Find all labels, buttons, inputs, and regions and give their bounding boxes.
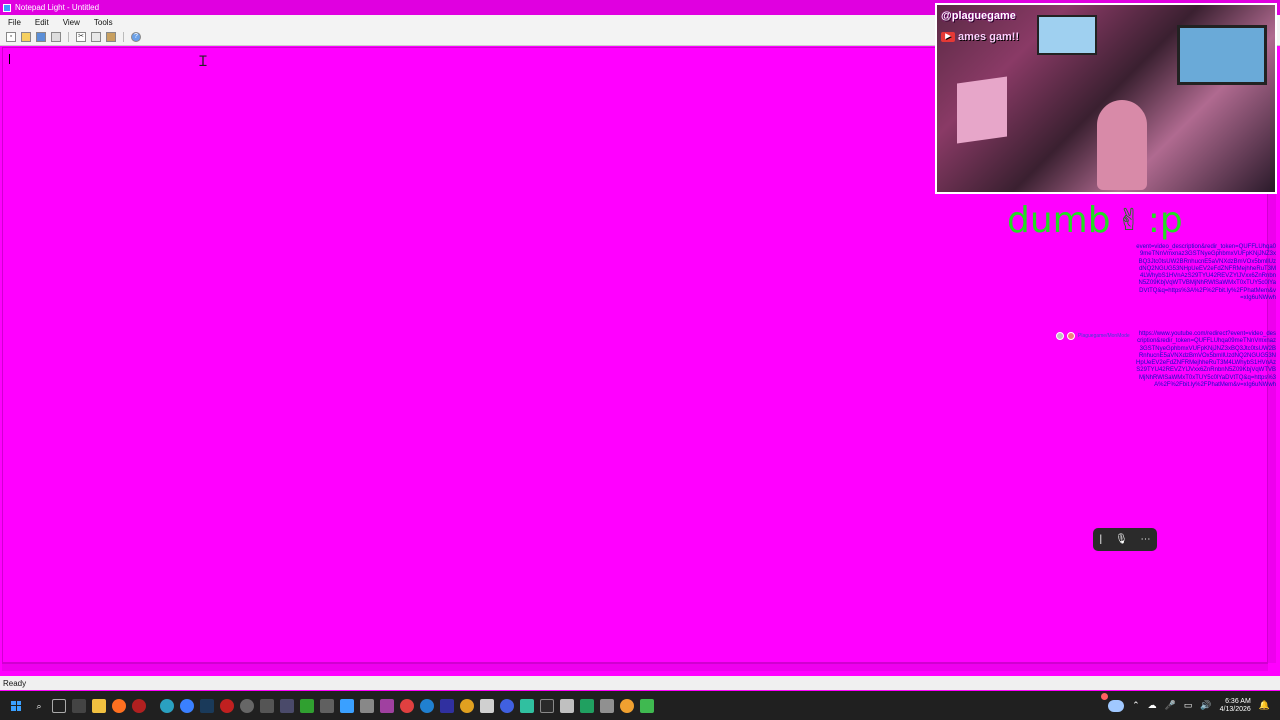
webcam-scene-object bbox=[957, 76, 1007, 144]
cut-icon[interactable]: ✂ bbox=[76, 32, 86, 42]
overlay-caption: dumb ✌ :p bbox=[1007, 200, 1183, 241]
start-button[interactable] bbox=[6, 696, 26, 716]
app-icon[interactable] bbox=[440, 698, 454, 713]
menu-edit[interactable]: Edit bbox=[35, 18, 49, 27]
firefox-icon[interactable] bbox=[112, 698, 126, 713]
system-tray: ⌃ ☁ 🎤 ▭ 🔊 6:36 AM 4/13/2026 🔔 bbox=[1108, 691, 1270, 720]
steam-icon[interactable] bbox=[200, 698, 214, 713]
chrome-icon[interactable] bbox=[180, 698, 194, 713]
app-icon[interactable] bbox=[520, 698, 534, 713]
text-caret bbox=[9, 54, 10, 64]
youtube-icon: ▶ bbox=[941, 32, 955, 42]
overlay-caption-text: dumb bbox=[1007, 200, 1111, 241]
menu-view[interactable]: View bbox=[63, 18, 80, 27]
app-icon[interactable] bbox=[580, 698, 594, 713]
window-title: Notepad Light - Untitled bbox=[15, 3, 100, 12]
record-icon[interactable] bbox=[132, 698, 146, 713]
cloud-icon[interactable]: ☁ bbox=[1148, 700, 1157, 711]
taskbar: ⌕ ⌃ ☁ 🎤 ▭ 🔊 6:36 AM 4/13/2026 🔔 bbox=[0, 691, 1280, 720]
toolbar-separator bbox=[68, 32, 69, 42]
webcam-handle: @plaguegame bbox=[941, 10, 1016, 22]
webcam-scene-screen bbox=[1177, 25, 1267, 85]
notepad-app-icon bbox=[3, 3, 11, 12]
chevron-up-icon[interactable]: ⌃ bbox=[1132, 700, 1140, 711]
clock[interactable]: 6:36 AM 4/13/2026 bbox=[1220, 698, 1251, 714]
ibeam-cursor-icon: Ｉ bbox=[196, 53, 210, 69]
app-icon[interactable] bbox=[380, 698, 394, 713]
save-icon[interactable] bbox=[36, 32, 46, 42]
status-text: Ready bbox=[3, 678, 27, 688]
notification-badge bbox=[1101, 693, 1108, 700]
print-icon[interactable] bbox=[51, 32, 61, 42]
cursor-icon[interactable]: | bbox=[1099, 534, 1102, 545]
peace-sign-icon: ✌ bbox=[1116, 203, 1142, 238]
copy-icon[interactable] bbox=[91, 32, 101, 42]
more-icon[interactable]: ⋯ bbox=[1141, 534, 1151, 545]
webcam-person bbox=[1097, 100, 1147, 190]
help-icon[interactable]: ? bbox=[131, 32, 141, 42]
webcam-channel: ▶ ames gam!! bbox=[941, 31, 1019, 43]
microphone-tray-icon[interactable]: 🎤 bbox=[1165, 700, 1176, 711]
app-icon[interactable] bbox=[620, 698, 634, 713]
microphone-icon[interactable]: 🎙 bbox=[1115, 534, 1128, 545]
redirect-url-text: event=video_description&redir_token=QUFF… bbox=[1136, 244, 1276, 302]
clock-time: 6:36 AM bbox=[1225, 697, 1251, 705]
app-icon[interactable] bbox=[640, 698, 654, 713]
app-icon[interactable] bbox=[420, 698, 434, 713]
webcam-channel-text: ames gam!! bbox=[958, 31, 1020, 43]
search-icon[interactable]: ⌕ bbox=[32, 699, 46, 713]
clock-date: 4/13/2026 bbox=[1219, 705, 1251, 713]
horizontal-scrollbar[interactable] bbox=[2, 663, 1268, 671]
webcam-overlay: @plaguegame ▶ ames gam!! bbox=[935, 3, 1277, 194]
app-icon[interactable] bbox=[280, 698, 294, 713]
status-bar: Ready bbox=[0, 676, 1280, 690]
volume-icon[interactable]: 🔊 bbox=[1200, 700, 1211, 711]
record-dot-icon[interactable] bbox=[1067, 332, 1075, 340]
edge-icon[interactable] bbox=[160, 698, 174, 713]
app-icon[interactable] bbox=[480, 698, 494, 713]
app-icon[interactable] bbox=[500, 698, 514, 713]
task-view-icon[interactable] bbox=[52, 698, 66, 713]
app-icon[interactable] bbox=[560, 698, 574, 713]
windows-logo-icon bbox=[11, 700, 21, 711]
new-file-icon[interactable]: ▫ bbox=[6, 32, 16, 42]
notification-icon[interactable]: 🔔 bbox=[1259, 700, 1270, 711]
redirect-url-text: https://www.youtube.com/redirect?event=v… bbox=[1136, 331, 1276, 389]
obs-icon[interactable] bbox=[220, 698, 234, 713]
screen: Notepad Light - Untitled File Edit View … bbox=[0, 0, 1280, 720]
dictation-toolbar: | 🎙 ⋯ bbox=[1093, 528, 1157, 551]
app-icon[interactable] bbox=[400, 698, 414, 713]
network-icon[interactable]: ▭ bbox=[1184, 700, 1193, 711]
overlay-caption-suffix: :p bbox=[1147, 200, 1183, 241]
settings-dot-icon[interactable] bbox=[1056, 332, 1064, 340]
menu-file[interactable]: File bbox=[8, 18, 21, 27]
app-icon[interactable] bbox=[540, 698, 554, 713]
menu-tools[interactable]: Tools bbox=[94, 18, 113, 27]
app-icon[interactable] bbox=[340, 698, 354, 713]
app-icon[interactable] bbox=[600, 698, 614, 713]
folder-icon[interactable] bbox=[92, 698, 106, 713]
app-icon[interactable] bbox=[360, 698, 374, 713]
app-icon[interactable] bbox=[460, 698, 474, 713]
app-icon[interactable] bbox=[300, 698, 314, 713]
file-explorer-icon[interactable] bbox=[72, 698, 86, 713]
mini-widget-label: Plaguegame/MonMode bbox=[1078, 333, 1130, 339]
app-icon[interactable] bbox=[260, 698, 274, 713]
webcam-scene-monitor bbox=[1037, 15, 1097, 55]
paste-icon[interactable] bbox=[106, 32, 116, 42]
mini-widget: Plaguegame/MonMode bbox=[1056, 332, 1130, 340]
app-icon[interactable] bbox=[320, 698, 334, 713]
toolbar-separator bbox=[123, 32, 124, 42]
settings-icon[interactable] bbox=[240, 698, 254, 713]
weather-icon[interactable] bbox=[1108, 699, 1125, 712]
open-folder-icon[interactable] bbox=[21, 32, 31, 42]
